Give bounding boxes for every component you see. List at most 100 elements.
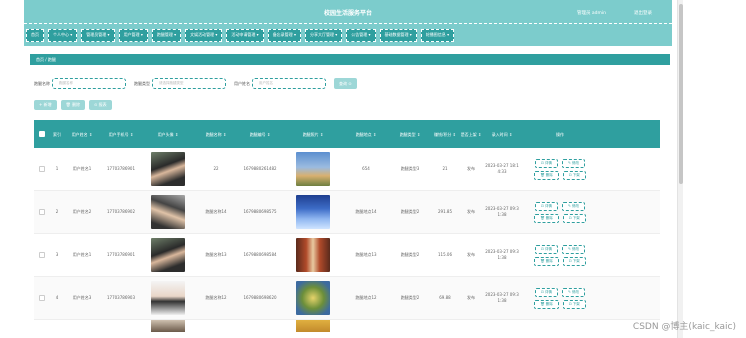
cell-index: 2 — [55, 209, 59, 214]
nav-errand-mgmt[interactable]: 跑腿管理 ▾ — [151, 28, 182, 42]
scrollbar-thumb[interactable] — [679, 4, 683, 184]
cell-user-name: 用户姓名1 — [72, 252, 92, 257]
edit-button[interactable]: ✎ 修改 — [562, 158, 586, 168]
cell-shelf: 发布 — [467, 252, 475, 257]
nav-share-mgmt[interactable]: 分享大厅管理 ▾ — [304, 28, 343, 42]
cell-price: 21 — [442, 166, 448, 171]
search-button[interactable]: 查询 ⊙ — [334, 78, 357, 89]
cell-price: 69.88 — [439, 295, 451, 300]
row-checkbox[interactable] — [39, 252, 45, 258]
errand-photo — [296, 281, 330, 315]
report-button[interactable]: ⊙ 报表 — [88, 100, 112, 110]
nav-carousel[interactable]: 轮播图信息 ▾ — [420, 28, 455, 42]
nav-admin-mgmt[interactable]: 管理员管理 ▾ — [81, 28, 115, 42]
action-bar: + 新增 🗑 删除 ⊙ 报表 — [34, 100, 112, 110]
avatar — [151, 152, 185, 186]
nav-application-mgmt[interactable]: 活动申请管理 ▾ — [226, 28, 264, 42]
cell-index: 4 — [55, 295, 59, 300]
cell-ops: ⊡ 详情 ✎ 修改 🗑 删除 ⊡ 下架 — [520, 158, 600, 180]
col-user-name[interactable]: 用户姓名 ⇕ — [64, 132, 100, 137]
detail-button[interactable]: ⊡ 详情 — [534, 287, 558, 297]
row-delete-button[interactable]: 🗑 删除 — [534, 213, 559, 223]
col-errand-place[interactable]: 跑腿地点 ⇕ — [344, 132, 388, 137]
row-select[interactable] — [34, 295, 50, 301]
col-index: 索引 — [53, 131, 61, 137]
row-delete-button[interactable]: 🗑 删除 — [534, 170, 559, 180]
offshelf-button[interactable]: ⊡ 下架 — [562, 299, 586, 309]
user-name-input[interactable]: 用户姓名 — [252, 78, 326, 89]
edit-button[interactable]: ✎ 修改 — [562, 287, 586, 297]
nav-home[interactable]: 首页 — [26, 28, 44, 42]
nav-user-mgmt[interactable]: 用户管理 ▾ — [118, 28, 148, 42]
select-all-checkbox[interactable] — [39, 131, 45, 137]
row-checkbox[interactable] — [39, 166, 45, 172]
nav-profile[interactable]: 个人中心 ▾ — [48, 28, 78, 42]
offshelf-button[interactable]: ⊡ 下架 — [562, 213, 586, 223]
offshelf-button[interactable]: ⊡ 下架 — [562, 170, 586, 180]
filter-bar: 跑腿名称 跑腿名称 跑腿类型 请选择跑腿类型 用户姓名 用户姓名 查询 ⊙ — [34, 78, 357, 89]
col-user-avatar[interactable]: 用户头像 ⇕ — [142, 132, 194, 137]
offshelf-button[interactable]: ⊡ 下架 — [562, 256, 586, 266]
edit-button[interactable]: ✎ 修改 — [562, 244, 586, 254]
errand-table: 索引 用户姓名 ⇕ 用户手机号 ⇕ 用户头像 ⇕ 跑腿名称 ⇕ 跑腿编号 ⇕ 跑… — [34, 120, 660, 338]
row-delete-button[interactable]: 🗑 删除 — [534, 256, 559, 266]
cell-errand-code: 1679880698575 — [243, 209, 277, 214]
filter-name-label: 跑腿名称 — [34, 80, 50, 86]
vertical-scrollbar[interactable] — [677, 0, 683, 338]
col-errand-type[interactable]: 跑腿类型 ⇕ — [388, 132, 432, 137]
col-user-phone[interactable]: 用户手机号 ⇕ — [100, 132, 142, 137]
row-select[interactable] — [34, 166, 50, 172]
col-time[interactable]: 录入时间 ⇕ — [484, 132, 520, 137]
cell-ops: ⊡ 详情 ✎ 修改 🗑 删除 ⊡ 下架 — [520, 244, 600, 266]
page: 校园生活服务平台 管理员 admin 退出登录 首页 个人中心 ▾ 管理员管理 … — [0, 0, 746, 338]
col-errand-code[interactable]: 跑腿编号 ⇕ — [238, 132, 282, 137]
errand-photo — [296, 320, 330, 332]
detail-button[interactable]: ⊡ 详情 — [534, 201, 558, 211]
cell-price: 291.85 — [438, 209, 452, 214]
cell-errand-place: 跑腿地点12 — [355, 295, 377, 300]
header-select-all[interactable] — [34, 131, 50, 137]
cell-errand-place: 跑腿地点14 — [355, 209, 377, 214]
detail-button[interactable]: ⊡ 详情 — [534, 244, 558, 254]
top-header: 校园生活服务平台 管理员 admin 退出登录 — [24, 0, 672, 24]
cell-errand-photo — [282, 320, 344, 332]
cell-shelf: 发布 — [467, 295, 475, 300]
cell-errand-name: 22 — [213, 166, 219, 171]
detail-button[interactable]: ⊡ 详情 — [534, 158, 558, 168]
col-errand-photo[interactable]: 跑腿照片 ⇕ — [282, 132, 344, 137]
cell-avatar — [142, 281, 194, 315]
errand-photo — [296, 238, 330, 272]
cell-errand-photo — [282, 238, 344, 272]
cell-price: 115.06 — [438, 252, 452, 257]
col-ops: 操作 — [556, 131, 564, 137]
main-nav: 首页 个人中心 ▾ 管理员管理 ▾ 用户管理 ▾ 跑腿管理 ▾ 文娱活动管理 ▾… — [24, 24, 672, 46]
cell-user-phone: 17703786901 — [107, 166, 135, 171]
edit-button[interactable]: ✎ 修改 — [562, 201, 586, 211]
col-price[interactable]: 赚钱/积分 ⇕ — [432, 132, 458, 137]
nav-memo-mgmt[interactable]: 备忘录管理 ▾ — [267, 28, 301, 42]
cell-errand-name: 跑腿名称14 — [205, 209, 227, 214]
table-row: 3 用户姓名1 17703786901 跑腿名称13 1679880698584… — [34, 234, 660, 277]
cell-avatar — [142, 195, 194, 229]
row-checkbox[interactable] — [39, 209, 45, 215]
logout-link[interactable]: 退出登录 — [634, 10, 652, 16]
add-button[interactable]: + 新增 — [34, 100, 57, 110]
cell-user-phone: 17703786903 — [107, 295, 135, 300]
col-errand-name[interactable]: 跑腿名称 ⇕ — [194, 132, 238, 137]
row-select[interactable] — [34, 209, 50, 215]
nav-notice-mgmt[interactable]: 公告管理 ▾ — [346, 28, 376, 42]
cell-errand-type: 跑腿类型2 — [400, 209, 420, 214]
nav-activity-mgmt[interactable]: 文娱活动管理 ▾ — [185, 28, 223, 42]
row-select[interactable] — [34, 252, 50, 258]
cell-errand-name: 跑腿名称12 — [205, 295, 227, 300]
nav-basic-data[interactable]: 基础数据管理 ▾ — [379, 28, 417, 42]
cell-avatar — [142, 152, 194, 186]
col-shelf[interactable]: 是否上架 ⇕ — [458, 132, 484, 137]
cell-user-name: 用户姓名1 — [72, 166, 92, 171]
row-checkbox[interactable] — [39, 295, 45, 301]
cell-user-name: 用户姓名2 — [72, 209, 92, 214]
errand-type-select[interactable]: 请选择跑腿类型 — [152, 78, 226, 89]
errand-name-input[interactable]: 跑腿名称 — [52, 78, 126, 89]
delete-button[interactable]: 🗑 删除 — [60, 100, 85, 110]
row-delete-button[interactable]: 🗑 删除 — [534, 299, 559, 309]
